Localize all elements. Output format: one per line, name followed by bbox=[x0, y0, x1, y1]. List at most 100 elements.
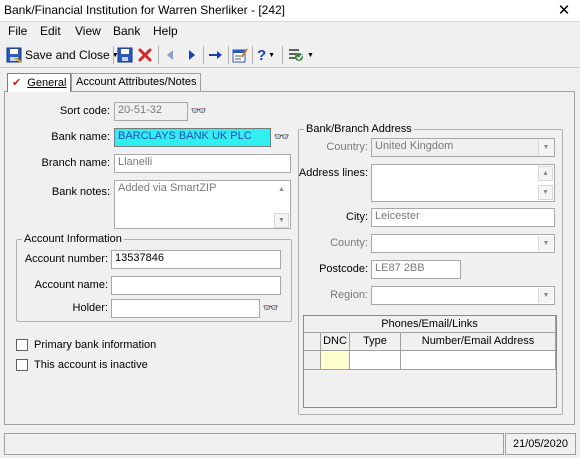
scroll-up-button[interactable]: ▲ bbox=[274, 182, 289, 197]
account-information-title: Account Information bbox=[22, 233, 124, 245]
tab-general-label: General bbox=[27, 77, 67, 89]
arrow-right-icon bbox=[189, 50, 195, 60]
properties-button[interactable] bbox=[232, 45, 248, 65]
country-label: Country: bbox=[326, 141, 368, 153]
help-question-icon: ? bbox=[257, 46, 267, 64]
city-label: City: bbox=[346, 211, 368, 223]
window-title: Bank/Financial Institution for Warren Sh… bbox=[4, 3, 286, 17]
grid-corner-cell bbox=[304, 333, 321, 351]
toolbar-separator bbox=[252, 46, 253, 64]
save-button[interactable] bbox=[117, 45, 133, 65]
bank-notes-text: Added via SmartZIP bbox=[118, 182, 217, 194]
bank-name-field[interactable]: BARCLAYS BANK UK PLC bbox=[114, 128, 271, 147]
form-edit-icon bbox=[232, 48, 248, 63]
postcode-field[interactable]: LE87 2BB bbox=[371, 260, 461, 279]
primary-bank-checkbox[interactable] bbox=[16, 339, 28, 351]
number-email-cell[interactable] bbox=[401, 351, 556, 370]
status-bar-message bbox=[4, 433, 504, 455]
save-and-close-button[interactable]: Save and Close ▼ bbox=[6, 45, 119, 65]
save-close-icon bbox=[6, 47, 22, 63]
menu-bank[interactable]: Bank bbox=[113, 24, 140, 38]
scroll-up-button[interactable]: ▲ bbox=[538, 166, 553, 181]
bank-notes-label: Bank notes: bbox=[51, 186, 110, 198]
dnc-cell[interactable] bbox=[321, 351, 350, 370]
go-to-button[interactable] bbox=[208, 45, 224, 65]
account-name-label: Account name: bbox=[34, 279, 108, 291]
county-label: County: bbox=[330, 237, 368, 249]
menu-view[interactable]: View bbox=[75, 24, 101, 38]
column-header-number-email[interactable]: Number/Email Address bbox=[401, 333, 556, 351]
holder-label: Holder: bbox=[72, 302, 108, 314]
binoculars-icon: 👓 bbox=[190, 103, 208, 118]
chevron-down-icon[interactable]: ▼ bbox=[538, 140, 553, 155]
binoculars-icon: 👓 bbox=[273, 129, 291, 144]
tab-general[interactable]: ✔ General bbox=[7, 73, 72, 92]
menu-help[interactable]: Help bbox=[153, 24, 178, 38]
primary-bank-label: Primary bank information bbox=[34, 339, 157, 351]
bank-notes-field[interactable]: Added via SmartZIP ▲ ▼ bbox=[114, 180, 291, 229]
column-header-type[interactable]: Type bbox=[350, 333, 401, 351]
row-selector[interactable] bbox=[304, 351, 321, 370]
menu-edit[interactable]: Edit bbox=[40, 24, 61, 38]
close-icon: ✕ bbox=[557, 2, 571, 19]
chevron-down-icon[interactable]: ▼ bbox=[307, 52, 314, 59]
close-button[interactable]: ✕ bbox=[555, 2, 573, 19]
county-select[interactable]: ▼ bbox=[371, 234, 555, 253]
toolbar-separator bbox=[282, 46, 283, 64]
find-holder-button[interactable]: 👓 bbox=[262, 299, 280, 317]
next-button[interactable] bbox=[187, 45, 197, 65]
title-bar: Bank/Financial Institution for Warren Sh… bbox=[0, 0, 580, 22]
menu-bar: File Edit View Bank Help bbox=[0, 22, 580, 41]
bank-branch-address-title: Bank/Branch Address bbox=[304, 123, 414, 135]
region-label: Region: bbox=[330, 289, 368, 301]
account-name-field[interactable] bbox=[111, 276, 281, 295]
tools-icon bbox=[289, 49, 303, 61]
column-header-dnc[interactable]: DNC bbox=[321, 333, 350, 351]
tools-button[interactable]: ▼ bbox=[287, 45, 314, 65]
find-sort-code-button[interactable]: 👓 bbox=[190, 102, 208, 120]
menu-file[interactable]: File bbox=[8, 24, 27, 38]
previous-button[interactable] bbox=[165, 45, 175, 65]
account-number-label: Account number: bbox=[24, 253, 108, 265]
account-number-field[interactable]: 13537846 bbox=[111, 250, 281, 269]
chevron-down-icon[interactable]: ▼ bbox=[538, 288, 553, 303]
delete-button[interactable] bbox=[137, 45, 153, 65]
scroll-down-button[interactable]: ▼ bbox=[538, 185, 553, 200]
chevron-down-icon[interactable]: ▼ bbox=[268, 52, 275, 59]
region-select[interactable]: ▼ bbox=[371, 286, 555, 305]
help-button[interactable]: ? ▼ bbox=[257, 45, 275, 65]
binoculars-icon: 👓 bbox=[262, 300, 280, 315]
sort-code-field[interactable]: 20-51-32 bbox=[114, 102, 188, 121]
branch-name-label: Branch name: bbox=[41, 157, 110, 169]
phones-email-links-grid[interactable]: Phones/Email/Links DNC Type Number/Email… bbox=[303, 315, 557, 408]
toolbar: Save and Close ▼ ? ▼ ▼ bbox=[0, 42, 580, 68]
country-select[interactable]: United Kingdom ▼ bbox=[371, 138, 555, 157]
arrow-left-icon bbox=[167, 50, 173, 60]
address-lines-field[interactable]: ▲ ▼ bbox=[371, 164, 555, 202]
toolbar-separator bbox=[113, 46, 114, 64]
type-cell[interactable] bbox=[350, 351, 401, 370]
toolbar-separator bbox=[203, 46, 204, 64]
account-inactive-checkbox[interactable] bbox=[16, 359, 28, 371]
country-value: United Kingdom bbox=[375, 140, 454, 152]
find-bank-button[interactable]: 👓 bbox=[273, 128, 291, 146]
address-lines-label: Address lines: bbox=[298, 167, 368, 179]
sort-code-label: Sort code: bbox=[59, 105, 110, 117]
check-icon: ✔ bbox=[12, 77, 22, 89]
city-field[interactable]: Leicester bbox=[371, 208, 555, 227]
save-icon bbox=[117, 47, 133, 63]
scroll-down-button[interactable]: ▼ bbox=[274, 213, 289, 228]
postcode-label: Postcode: bbox=[319, 263, 368, 275]
toolbar-separator bbox=[228, 46, 229, 64]
account-inactive-label: This account is inactive bbox=[34, 359, 148, 371]
chevron-down-icon[interactable]: ▼ bbox=[538, 236, 553, 251]
grid-caption: Phones/Email/Links bbox=[304, 316, 556, 333]
tab-attributes-label: Account Attributes/Notes bbox=[76, 76, 197, 88]
toolbar-separator bbox=[158, 46, 159, 64]
save-and-close-label: Save and Close bbox=[25, 48, 110, 62]
arrow-goto-icon bbox=[209, 51, 222, 59]
branch-name-field[interactable]: Llanelli bbox=[114, 154, 291, 173]
tab-account-attributes[interactable]: Account Attributes/Notes bbox=[71, 73, 202, 92]
holder-field[interactable] bbox=[111, 299, 260, 318]
delete-x-icon bbox=[138, 48, 152, 62]
